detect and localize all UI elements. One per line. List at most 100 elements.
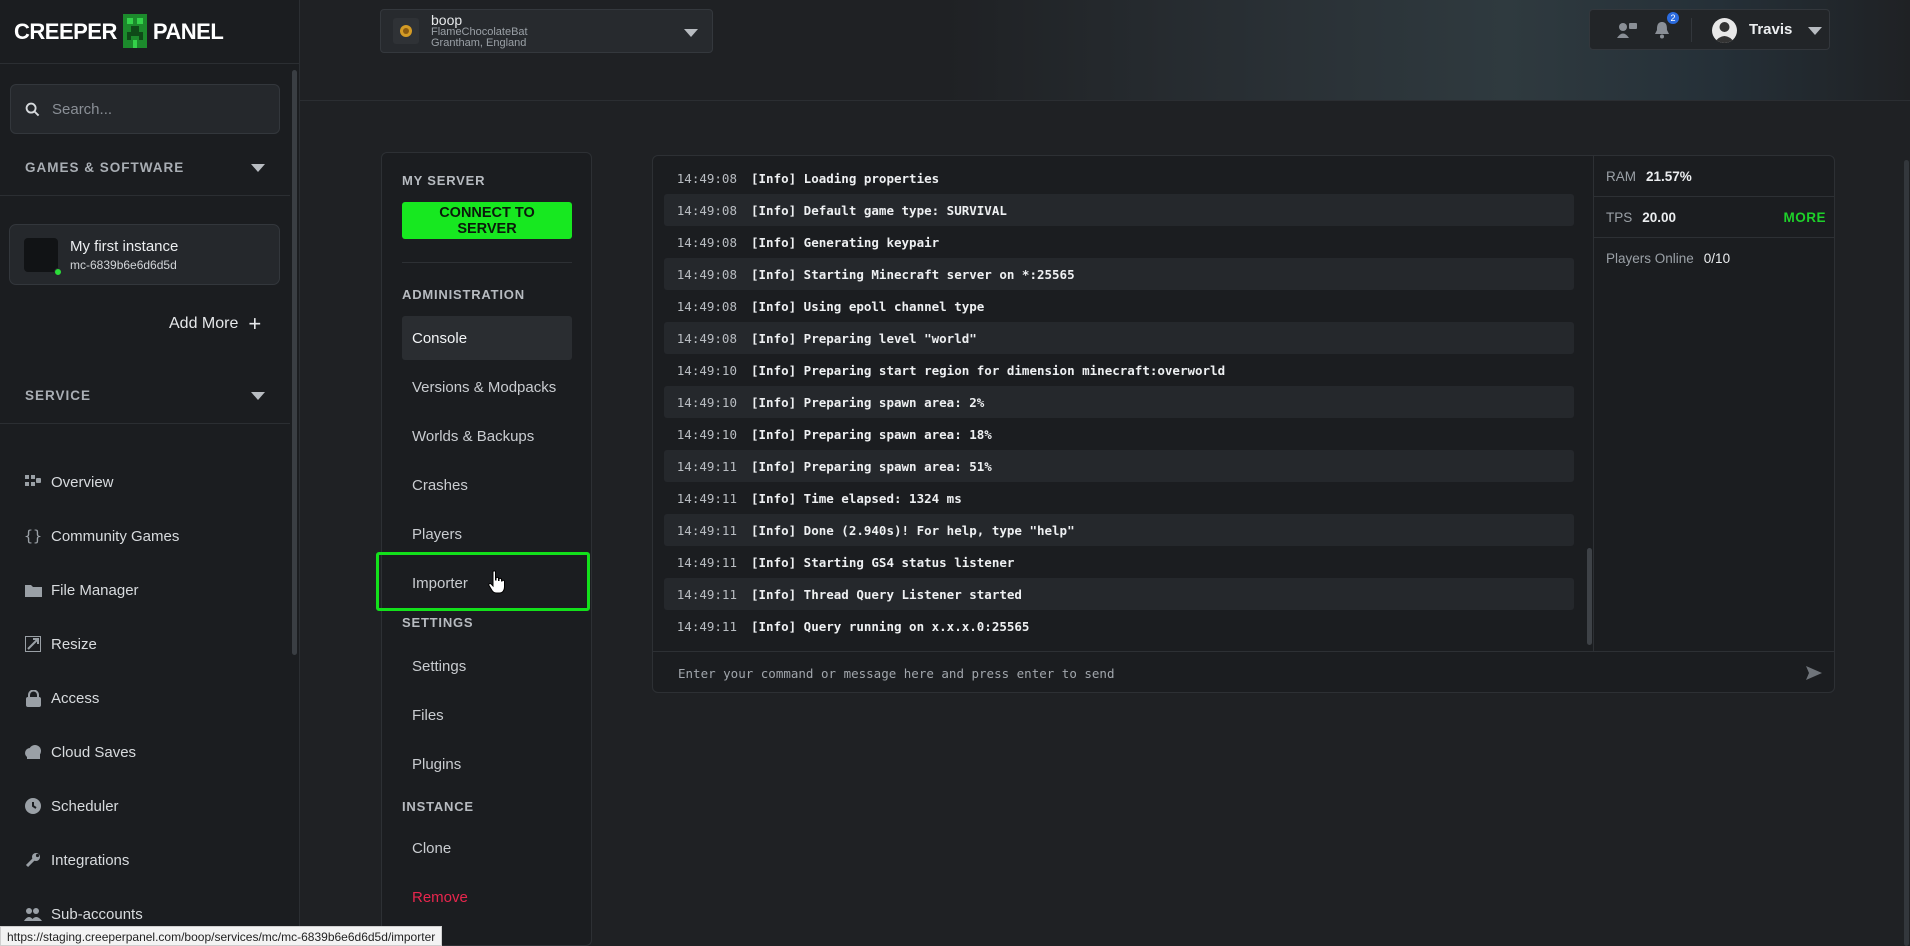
top-right-toolbar: 2 Travis [1589, 9, 1830, 50]
menu-item-remove[interactable]: Remove [402, 875, 572, 919]
divider [402, 262, 572, 263]
log-message: [Info] Starting GS4 status listener [751, 554, 1015, 570]
log-row: 14:49:11 [Info] Preparing spawn area: 51% [664, 450, 1574, 482]
resize-icon [24, 635, 42, 653]
log-time: 14:49:11 [676, 554, 737, 570]
chevron-down-icon [684, 29, 698, 37]
sidebar-scrollbar[interactable] [292, 70, 297, 655]
user-name[interactable]: Travis [1749, 21, 1792, 38]
menu-item-worlds-backups[interactable]: Worlds & Backups [402, 414, 572, 458]
instance-id: mc-6839b6e6d6d5d [70, 257, 177, 272]
add-more-label: Add More [169, 315, 239, 332]
sidebar-item-integrations[interactable]: Integrations [24, 833, 284, 887]
add-more-button[interactable]: Add More + [169, 313, 261, 335]
ram-value: 21.57% [1646, 168, 1692, 184]
sidebar-item-cloud-saves[interactable]: Cloud Saves [24, 725, 284, 779]
sidebar-item-access[interactable]: Access [24, 671, 284, 725]
folder-icon [24, 581, 42, 599]
chevron-down-icon [251, 163, 265, 172]
more-button[interactable]: MORE [1784, 210, 1827, 225]
menu-item-files[interactable]: Files [402, 693, 572, 737]
ram-stat: RAM 21.57% [1594, 156, 1834, 197]
tps-value: 20.00 [1642, 209, 1677, 225]
search-input[interactable]: Search... [10, 84, 280, 134]
grid-icon [24, 473, 42, 491]
log-time: 14:49:11 [676, 586, 737, 602]
online-status-dot [54, 267, 62, 276]
page-scrollbar[interactable] [1904, 160, 1909, 946]
logo-bar: CREEPER PANEL [0, 0, 299, 64]
tps-stat: TPS 20.00 MORE [1594, 197, 1834, 238]
menu-item-plugins[interactable]: Plugins [402, 742, 572, 786]
command-input[interactable]: Enter your command or message here and p… [653, 651, 1834, 692]
clock-icon [24, 797, 42, 815]
cloud-icon [24, 743, 42, 761]
menu-item-clone[interactable]: Clone [402, 826, 572, 870]
ram-label: RAM [1606, 168, 1636, 184]
games-software-section[interactable]: GAMES & SOFTWARE [25, 160, 265, 175]
log-time: 14:49:08 [676, 330, 737, 346]
service-nav: Overview {} Community Games File Manager… [24, 455, 284, 941]
sidebar-item-overview[interactable]: Overview [24, 455, 284, 509]
players-label: Players Online [1606, 251, 1694, 266]
log-message: [Info] Preparing spawn area: 51% [751, 458, 992, 474]
menu-item-players[interactable]: Players [402, 512, 572, 556]
sidebar-item-label: Community Games [51, 527, 180, 545]
command-placeholder: Enter your command or message here and p… [678, 665, 1115, 681]
creeper-panel-logo[interactable]: CREEPER PANEL [14, 12, 224, 52]
log-time: 14:49:08 [676, 202, 737, 218]
instance-card[interactable]: My first instance mc-6839b6e6d6d5d [9, 224, 280, 285]
menu-item-versions-modpacks[interactable]: Versions & Modpacks [402, 365, 572, 409]
log-row: 14:49:11 [Info] Thread Query Listener sta… [664, 578, 1574, 610]
sidebar-item-resize[interactable]: Resize [24, 617, 284, 671]
connect-to-server-button[interactable]: CONNECT TO SERVER [402, 202, 572, 239]
bell-icon[interactable]: 2 [1651, 12, 1679, 41]
sidebar-item-file-manager[interactable]: File Manager [24, 563, 284, 617]
log-message: [Info] Using epoll channel type [751, 298, 985, 314]
log-message: [Info] Default game type: SURVIVAL [751, 202, 1007, 218]
administration-heading: ADMINISTRATION [402, 287, 525, 302]
menu-item-console[interactable]: Console [402, 316, 572, 360]
log-time: 14:49:11 [676, 458, 737, 474]
menu-item-crashes[interactable]: Crashes [402, 463, 572, 507]
service-section[interactable]: SERVICE [25, 388, 265, 403]
instance-name: My first instance [70, 237, 179, 255]
log-time: 14:49:08 [676, 170, 737, 186]
avatar[interactable] [1712, 18, 1737, 43]
friends-icon[interactable] [1616, 19, 1638, 41]
menu-item-settings[interactable]: Settings [402, 644, 572, 688]
send-icon[interactable] [1806, 666, 1822, 683]
logo-text-panel: PANEL [152, 18, 224, 44]
log-time: 14:49:10 [676, 362, 737, 378]
server-selector[interactable]: boop FlameChocolateBat Grantham, England [380, 9, 713, 53]
log-message: [Info] Preparing level "world" [751, 330, 977, 346]
braces-icon: {} [23, 527, 43, 545]
log-message: [Info] Time elapsed: 1324 ms [751, 490, 962, 506]
sidebar-item-scheduler[interactable]: Scheduler [24, 779, 284, 833]
log-row: 14:49:10 [Info] Preparing start region fo… [664, 354, 1574, 386]
sidebar-item-label: Cloud Saves [51, 743, 137, 761]
logo-text-creeper: CREEPER [14, 18, 117, 44]
sidebar-item-label: Sub-accounts [51, 905, 143, 923]
sidebar-item-community-games[interactable]: {} Community Games [24, 509, 284, 563]
divider [0, 423, 290, 424]
log-row: 14:49:08 [Info] Preparing level "world" [664, 322, 1574, 354]
log-row: 14:49:11 [Info] Time elapsed: 1324 ms [664, 482, 1574, 514]
sidebar-item-label: Resize [51, 635, 97, 653]
console-scrollbar[interactable] [1587, 548, 1592, 645]
chevron-down-icon[interactable] [1808, 27, 1822, 35]
tps-label: TPS [1606, 209, 1633, 225]
instance-heading: INSTANCE [402, 799, 474, 814]
log-row: 14:49:11 [Info] Done (2.940s)! For help, … [664, 514, 1574, 546]
log-time: 14:49:10 [676, 426, 737, 442]
sidebar-item-label: Scheduler [51, 797, 119, 815]
search-placeholder: Search... [52, 100, 113, 118]
log-message: [Info] Preparing start region for dimens… [751, 362, 1226, 378]
log-row: 14:49:08 [Info] Loading properties [664, 162, 1574, 194]
sidebar-item-label: Access [51, 689, 100, 707]
console-panel: 14:49:08 [Info] Loading properties 14:49:0… [652, 155, 1835, 693]
log-row: 14:49:11 [Info] Query running on x.x.x.0:… [664, 610, 1574, 642]
stats-panel: RAM 21.57% TPS 20.00 MORE Players Online… [1593, 156, 1834, 651]
users-icon [24, 905, 42, 923]
service-section-label: SERVICE [25, 388, 92, 403]
